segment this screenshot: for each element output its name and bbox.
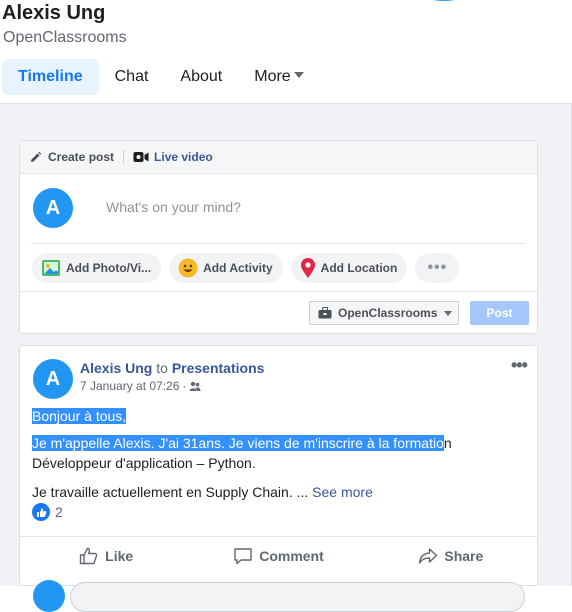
share-button[interactable]: Share bbox=[365, 537, 537, 570]
thumbs-up-icon bbox=[32, 503, 50, 521]
like-count: 2 bbox=[55, 504, 63, 520]
composer-options: Add Photo/Vi... Add Activity Add Locatio… bbox=[32, 253, 467, 283]
audience-icon[interactable] bbox=[189, 380, 201, 392]
live-video-tab[interactable]: Live video bbox=[133, 147, 213, 167]
divider bbox=[31, 243, 525, 244]
comment-label: Comment bbox=[259, 547, 324, 564]
see-more-link[interactable]: See more bbox=[312, 484, 373, 500]
post-as-selector[interactable]: OpenClassrooms bbox=[309, 301, 459, 325]
add-photo-video-button[interactable]: Add Photo/Vi... bbox=[32, 253, 162, 283]
video-camera-icon bbox=[133, 152, 149, 162]
comment-composer bbox=[20, 580, 537, 612]
add-location-button[interactable]: Add Location bbox=[290, 253, 408, 283]
like-button[interactable]: Like bbox=[20, 537, 192, 570]
profile-name[interactable]: Alexis Ung bbox=[2, 2, 105, 25]
composer-footer: OpenClassrooms Post bbox=[20, 291, 537, 333]
profile-picture-edge[interactable] bbox=[404, 0, 484, 4]
divider bbox=[123, 150, 125, 164]
tab-timeline[interactable]: Timeline bbox=[2, 59, 99, 95]
avatar[interactable]: A bbox=[33, 359, 73, 399]
chevron-down-icon bbox=[444, 310, 453, 316]
add-location-label: Add Location bbox=[320, 261, 398, 275]
post-text-input[interactable]: What's on your mind? bbox=[106, 199, 241, 215]
smiley-icon bbox=[178, 258, 198, 278]
thumbs-up-icon bbox=[79, 547, 98, 564]
add-activity-label: Add Activity bbox=[203, 261, 273, 275]
comment-input[interactable] bbox=[70, 582, 525, 612]
create-post-tab[interactable]: Create post bbox=[29, 147, 114, 167]
share-icon bbox=[419, 547, 438, 564]
pencil-icon bbox=[31, 151, 42, 162]
post-header: Alexis Ung to Presentations bbox=[80, 360, 264, 376]
post-body: Bonjour à tous, Je m'appelle Alexis. J'a… bbox=[32, 406, 532, 502]
like-label: Like bbox=[105, 547, 134, 564]
connector-text: to bbox=[156, 360, 168, 376]
share-label: Share bbox=[444, 547, 484, 564]
post-timestamp[interactable]: 7 January at 07:26 bbox=[80, 379, 179, 393]
post-options-button[interactable]: ••• bbox=[511, 355, 528, 376]
location-pin-icon bbox=[300, 257, 316, 279]
post-meta: 7 January at 07:26 · bbox=[80, 379, 201, 393]
add-photo-video-label: Add Photo/Vi... bbox=[66, 261, 152, 275]
post-text-line: Développeur d'application – Python. bbox=[32, 455, 256, 471]
post-text-line: Bonjour à tous, bbox=[32, 408, 127, 424]
reactions-summary[interactable]: 2 bbox=[32, 503, 63, 521]
tab-more[interactable]: More bbox=[238, 59, 319, 95]
comment-icon bbox=[234, 547, 252, 564]
chevron-down-icon bbox=[293, 72, 304, 78]
post-composer: Create post Live video A What's on your … bbox=[19, 140, 538, 334]
more-options-button[interactable]: ••• bbox=[415, 253, 460, 283]
avatar bbox=[33, 580, 65, 612]
post-text-line: Je m'appelle Alexis. J'ai 31ans. Je vien… bbox=[32, 435, 444, 451]
profile-header: Alexis Ung OpenClassrooms Timeline Chat … bbox=[0, 0, 572, 104]
group-link[interactable]: Presentations bbox=[172, 360, 265, 376]
tab-about[interactable]: About bbox=[164, 59, 238, 95]
post-button[interactable]: Post bbox=[470, 301, 529, 325]
profile-tabs: Timeline Chat About More bbox=[2, 59, 320, 95]
post-as-label: OpenClassrooms bbox=[338, 306, 438, 320]
post-card: A Alexis Ung to Presentations 7 January … bbox=[19, 345, 538, 612]
add-activity-button[interactable]: Add Activity bbox=[169, 253, 283, 283]
profile-page-name: OpenClassrooms bbox=[3, 29, 127, 46]
post-text-line: Je travaille actuellement en Supply Chai… bbox=[32, 484, 309, 500]
create-post-label: Create post bbox=[48, 150, 115, 164]
author-link[interactable]: Alexis Ung bbox=[80, 360, 152, 376]
meta-dot: · bbox=[182, 379, 187, 393]
comment-button[interactable]: Comment bbox=[192, 537, 364, 570]
composer-header: Create post Live video bbox=[20, 141, 537, 174]
post-actions: Like Comment Share bbox=[20, 536, 537, 570]
briefcase-icon bbox=[318, 307, 332, 319]
live-video-label: Live video bbox=[154, 150, 213, 164]
post-text-line: n bbox=[443, 435, 452, 451]
avatar[interactable]: A bbox=[33, 188, 73, 228]
tab-more-label: More bbox=[254, 68, 291, 85]
photo-icon bbox=[41, 259, 61, 277]
tab-chat[interactable]: Chat bbox=[99, 59, 165, 95]
